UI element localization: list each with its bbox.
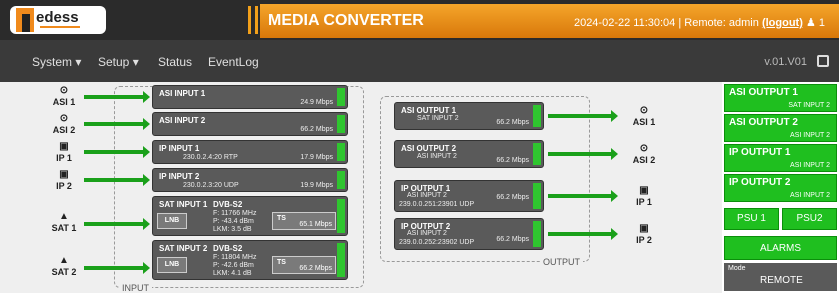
mode-indicator: Mode REMOTE xyxy=(724,263,837,291)
nav-setup[interactable]: Setup ▾ xyxy=(98,55,139,69)
user-name: admin xyxy=(728,17,759,29)
nav-status[interactable]: Status xyxy=(158,55,192,69)
datetime: 2024-02-22 11:30:04 xyxy=(573,17,676,29)
ethernet-icon: ▣ xyxy=(639,223,649,234)
main-area: INPUT ⊙ ASI 1 ⊙ ASI 2 ▣ IP 1 ▣ IP 2 ▲ SAT 1 ▲… xyxy=(0,82,839,293)
status-led xyxy=(337,88,345,106)
output-group-label: OUTPUT xyxy=(540,257,583,267)
port-ip1: ▣ IP 1 xyxy=(46,141,82,164)
arrow-ip1 xyxy=(84,146,150,158)
user-icon: ♟ xyxy=(805,17,816,29)
status-led xyxy=(337,199,345,233)
input-group-label: INPUT xyxy=(119,283,152,293)
out-port-ip2: ▣ IP 2 xyxy=(626,223,662,246)
ethernet-icon: ▣ xyxy=(59,169,69,180)
psu2-status[interactable]: PSU2 xyxy=(782,208,837,230)
card-ip-input-2[interactable]: IP INPUT 2 230.0.2.3:20 UDP 19.9 Mbps xyxy=(152,168,348,192)
status-led xyxy=(533,143,541,165)
logout-link[interactable]: (logout) xyxy=(762,17,803,29)
asi-connector-icon: ⊙ xyxy=(639,105,649,116)
lnb-button[interactable]: LNB xyxy=(157,257,187,273)
status-led xyxy=(337,143,345,161)
psu1-status[interactable]: PSU 1 xyxy=(724,208,779,230)
port-sat2: ▲ SAT 2 xyxy=(46,255,82,278)
header-bar: edess MEDIA CONVERTER 2024-02-22 11:30:0… xyxy=(0,0,839,40)
arrow-ip2 xyxy=(84,174,150,186)
arrow-out-asi2 xyxy=(548,148,618,160)
card-asi-output-2[interactable]: ASI OUTPUT 2 ASI INPUT 2 66.2 Mbps xyxy=(394,140,544,168)
status-led xyxy=(337,115,345,133)
lnb-button[interactable]: LNB xyxy=(157,213,187,229)
panel-asi-output-2[interactable]: ASI OUTPUT 2 ASI INPUT 2 xyxy=(724,114,837,142)
arrow-sat1 xyxy=(84,218,150,230)
out-port-ip1: ▣ IP 1 xyxy=(626,185,662,208)
ethernet-icon: ▣ xyxy=(639,185,649,196)
port-sat1: ▲ SAT 1 xyxy=(46,211,82,234)
satellite-dish-icon: ▲ xyxy=(59,255,69,266)
satellite-dish-icon: ▲ xyxy=(59,211,69,222)
arrow-out-ip1 xyxy=(548,190,618,202)
alarms-button[interactable]: ALARMS xyxy=(724,236,837,260)
panel-ip-output-2[interactable]: IP OUTPUT 2 ASI INPUT 2 xyxy=(724,174,837,202)
card-ip-input-1[interactable]: IP INPUT 1 230.0.2.4:20 RTP 17.9 Mbps xyxy=(152,140,348,164)
status-led xyxy=(337,243,345,277)
card-asi-input-1[interactable]: ASI INPUT 1 24.9 Mbps xyxy=(152,85,348,109)
nav-system[interactable]: System ▾ xyxy=(32,55,81,69)
app-title: MEDIA CONVERTER xyxy=(268,12,424,29)
card-sat-input-2[interactable]: SAT INPUT 2 LNB DVB-S2 F: 11804 MHz P: -… xyxy=(152,240,348,280)
arrow-sat2 xyxy=(84,262,150,274)
card-asi-input-2[interactable]: ASI INPUT 2 66.2 Mbps xyxy=(152,112,348,136)
card-sat-input-1[interactable]: SAT INPUT 1 LNB DVB-S2 F: 11766 MHz P: -… xyxy=(152,196,348,236)
remote-label: Remote: xyxy=(684,17,726,29)
version: v.01.V01 xyxy=(764,56,807,68)
asi-connector-icon: ⊙ xyxy=(59,113,69,124)
arrow-asi2 xyxy=(84,118,150,130)
asi-connector-icon: ⊙ xyxy=(639,143,649,154)
panel-ip-output-1[interactable]: IP OUTPUT 1 ASI INPUT 2 xyxy=(724,144,837,172)
card-ip-output-2[interactable]: IP OUTPUT 2 ASI INPUT 2 239.0.0.252:2390… xyxy=(394,218,544,250)
title-bar: MEDIA CONVERTER 2024-02-22 11:30:04 | Re… xyxy=(260,4,839,38)
header-status: 2024-02-22 11:30:04 | Remote: admin (log… xyxy=(573,17,825,29)
edit-icon[interactable] xyxy=(817,55,829,67)
card-asi-output-1[interactable]: ASI OUTPUT 1 SAT INPUT 2 66.2 Mbps xyxy=(394,102,544,130)
out-port-asi1: ⊙ ASI 1 xyxy=(626,105,662,128)
port-asi1: ⊙ ASI 1 xyxy=(46,85,82,108)
logo-text: edess xyxy=(36,9,79,26)
out-port-asi2: ⊙ ASI 2 xyxy=(626,143,662,166)
title-bars-decoration xyxy=(248,6,258,34)
brand-logo: edess xyxy=(10,6,106,34)
arrow-out-asi1 xyxy=(548,110,618,122)
ethernet-icon: ▣ xyxy=(59,141,69,152)
card-ip-output-1[interactable]: IP OUTPUT 1 ASI INPUT 2 239.0.0.251:2390… xyxy=(394,180,544,212)
status-led xyxy=(533,221,541,247)
status-led xyxy=(533,183,541,209)
ts-button[interactable]: TS 65.1 Mbps xyxy=(272,212,336,230)
status-led xyxy=(337,171,345,189)
ts-button[interactable]: TS 66.2 Mbps xyxy=(272,256,336,274)
panel-asi-output-1[interactable]: ASI OUTPUT 1 SAT INPUT 2 xyxy=(724,84,837,112)
status-led xyxy=(533,105,541,127)
user-count: 1 xyxy=(818,17,825,29)
nav-eventlog[interactable]: EventLog xyxy=(208,55,259,69)
arrow-asi1 xyxy=(84,91,150,103)
arrow-out-ip2 xyxy=(548,228,618,240)
mode-value: REMOTE xyxy=(760,275,803,286)
status-panel: ASI OUTPUT 1 SAT INPUT 2 ASI OUTPUT 2 AS… xyxy=(722,82,839,293)
nav-bar: System ▾ Setup ▾ Status EventLog v.01.V0… xyxy=(0,40,839,82)
port-asi2: ⊙ ASI 2 xyxy=(46,113,82,136)
asi-connector-icon: ⊙ xyxy=(59,85,69,96)
port-ip2: ▣ IP 2 xyxy=(46,169,82,192)
